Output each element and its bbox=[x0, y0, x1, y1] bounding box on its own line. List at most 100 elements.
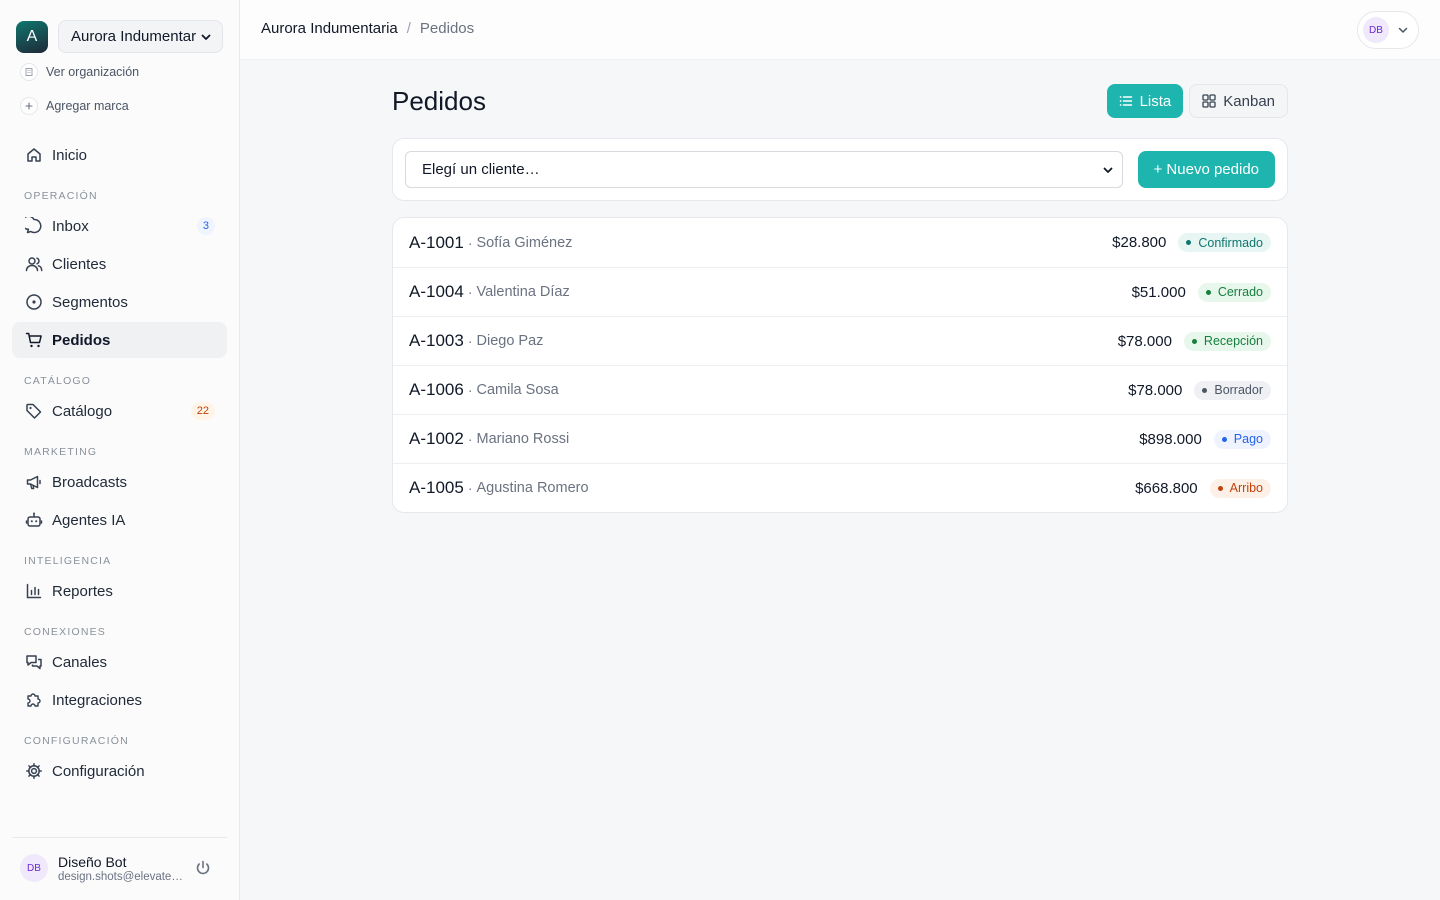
view-list-label: Lista bbox=[1139, 92, 1172, 110]
order-separator: · bbox=[467, 284, 473, 300]
order-row[interactable]: A-1001 · Sofía Giménez $28.800 Confirmado bbox=[393, 218, 1287, 267]
order-separator: · bbox=[467, 234, 473, 251]
status-label: Recepción bbox=[1203, 334, 1263, 348]
sidebar-item-integraciones[interactable]: Integraciones bbox=[12, 682, 227, 718]
sidebar-item-label: Catálogo bbox=[52, 402, 113, 420]
topbar: Aurora Indumentaria / Pedidos DB bbox=[240, 0, 1440, 60]
channels-icon bbox=[24, 652, 44, 672]
puzzle-icon bbox=[24, 690, 44, 710]
status-dot bbox=[1202, 387, 1208, 393]
grid-icon bbox=[1202, 94, 1216, 108]
inbox-count-badge: 3 bbox=[196, 217, 215, 235]
view-list-button[interactable]: Lista bbox=[1106, 84, 1184, 118]
add-brand-label: Agregar marca bbox=[46, 99, 129, 113]
orders-list: A-1001 · Sofía Giménez $28.800 Confirmado A-1… bbox=[392, 217, 1288, 513]
sidebar-item-broadcasts[interactable]: Broadcasts bbox=[12, 464, 227, 500]
order-row[interactable]: A-1002 · Mariano Rossi $898.000 Pago bbox=[393, 414, 1287, 463]
sidebar-item-label: Segmentos bbox=[52, 293, 128, 311]
breadcrumb: Aurora Indumentaria / Pedidos bbox=[261, 20, 474, 37]
order-filter-card: Elegí un cliente… + Nuevo pedido bbox=[392, 138, 1288, 201]
sidebar-item-pedidos[interactable]: Pedidos bbox=[12, 322, 227, 358]
status-dot bbox=[1217, 485, 1223, 491]
order-row[interactable]: A-1004 · Valentina Díaz $51.000 Cerrado bbox=[393, 267, 1287, 316]
order-client: Sofía Giménez bbox=[476, 234, 573, 251]
sidebar-item-label: Reportes bbox=[52, 582, 113, 600]
chevron-down-icon bbox=[1397, 24, 1409, 36]
order-id: A-1001 bbox=[409, 232, 464, 252]
order-separator: · bbox=[467, 333, 473, 349]
sidebar-item-agentes-ia[interactable]: Agentes IA bbox=[12, 502, 227, 538]
breadcrumb-org-link[interactable]: Aurora Indumentaria bbox=[261, 20, 398, 37]
breadcrumb-current: Pedidos bbox=[419, 20, 475, 37]
order-amount: $28.800 bbox=[1112, 234, 1167, 251]
sidebar-item-label: Canales bbox=[52, 653, 108, 671]
sidebar-item-inicio[interactable]: Inicio bbox=[12, 137, 227, 173]
sidebar-item-configuracion[interactable]: Configuración bbox=[12, 753, 227, 789]
status-label: Pago bbox=[1233, 432, 1263, 446]
breadcrumb-separator: / bbox=[406, 20, 411, 37]
order-separator: · bbox=[467, 382, 473, 398]
user-profile[interactable]: DB Diseño Bot design.shots@elevate.examp… bbox=[20, 852, 220, 884]
building-icon bbox=[20, 63, 38, 81]
tag-icon bbox=[24, 401, 44, 421]
page-title: Pedidos bbox=[392, 86, 486, 116]
power-icon[interactable] bbox=[194, 859, 212, 877]
sidebar-item-clientes[interactable]: Clientes bbox=[12, 246, 227, 282]
user-email: design.shots@elevate.example bbox=[58, 870, 183, 883]
new-order-button[interactable]: + Nuevo pedido bbox=[1137, 151, 1275, 188]
order-amount: $51.000 bbox=[1131, 283, 1186, 301]
status-label: Confirmado bbox=[1198, 235, 1263, 250]
sidebar-item-inbox[interactable]: Inbox 3 bbox=[12, 208, 227, 244]
add-brand-link[interactable]: Agregar marca bbox=[20, 97, 129, 115]
order-client: Agustina Romero bbox=[476, 480, 589, 496]
org-select[interactable]: Aurora Indumentaria bbox=[58, 20, 223, 53]
order-client: Diego Paz bbox=[476, 333, 544, 349]
avatar: DB bbox=[20, 854, 48, 882]
sidebar-item-segmentos[interactable]: Segmentos bbox=[12, 284, 227, 320]
status-badge: Borrador bbox=[1194, 380, 1271, 400]
bar-chart-icon bbox=[24, 581, 44, 601]
megaphone-icon bbox=[24, 472, 44, 492]
org-logo: A bbox=[16, 20, 48, 53]
order-client: Camila Sosa bbox=[476, 382, 559, 398]
robot-icon bbox=[24, 510, 44, 530]
order-row[interactable]: A-1006 · Camila Sosa $78.000 Borrador bbox=[393, 365, 1287, 414]
client-select-value: Elegí un cliente… bbox=[422, 161, 540, 178]
order-row[interactable]: A-1005 · Agustina Romero $668.800 Arribo bbox=[393, 463, 1287, 512]
client-select[interactable]: Elegí un cliente… bbox=[405, 151, 1123, 188]
order-separator: · bbox=[467, 480, 473, 496]
sidebar-item-label: Clientes bbox=[52, 255, 107, 273]
user-info: Diseño Bot design.shots@elevate.example bbox=[58, 854, 183, 883]
order-id: A-1002 bbox=[409, 429, 464, 448]
view-kanban-button[interactable]: Kanban bbox=[1189, 84, 1288, 118]
sidebar-item-canales[interactable]: Canales bbox=[12, 644, 227, 680]
status-badge: Pago bbox=[1213, 429, 1271, 449]
account-menu-button[interactable]: DB bbox=[1357, 11, 1419, 49]
status-label: Arribo bbox=[1229, 481, 1263, 495]
sidebar-item-catalogo[interactable]: Catálogo 22 bbox=[12, 393, 227, 429]
order-id: A-1005 bbox=[409, 478, 464, 497]
section-label-inteligencia: INTELIGENCIA bbox=[24, 555, 112, 567]
status-badge: Recepción bbox=[1183, 331, 1271, 351]
section-label-conexiones: CONEXIONES bbox=[24, 626, 107, 638]
user-divider bbox=[12, 837, 227, 838]
gear-icon bbox=[24, 761, 44, 781]
sidebar-item-reportes[interactable]: Reportes bbox=[12, 573, 227, 609]
chat-icon bbox=[24, 216, 44, 236]
status-badge: Arribo bbox=[1209, 478, 1271, 498]
sidebar-item-label: Inicio bbox=[52, 146, 88, 164]
status-badge: Confirmado bbox=[1178, 233, 1271, 252]
list-icon bbox=[1119, 94, 1133, 108]
sidebar: A Aurora Indumentaria Ver organización A… bbox=[0, 0, 240, 900]
home-icon bbox=[24, 145, 44, 165]
order-id: A-1006 bbox=[409, 380, 464, 399]
view-organization-label: Ver organización bbox=[46, 65, 140, 79]
order-id: A-1003 bbox=[409, 331, 464, 350]
sidebar-item-label: Pedidos bbox=[52, 331, 111, 349]
status-dot bbox=[1191, 338, 1197, 344]
section-label-configuracion: CONFIGURACIÓN bbox=[24, 735, 129, 747]
view-organization-link[interactable]: Ver organización bbox=[20, 63, 139, 81]
avatar: DB bbox=[1363, 17, 1389, 43]
order-row[interactable]: A-1003 · Diego Paz $78.000 Recepción bbox=[393, 316, 1287, 365]
order-amount: $668.800 bbox=[1135, 479, 1198, 497]
